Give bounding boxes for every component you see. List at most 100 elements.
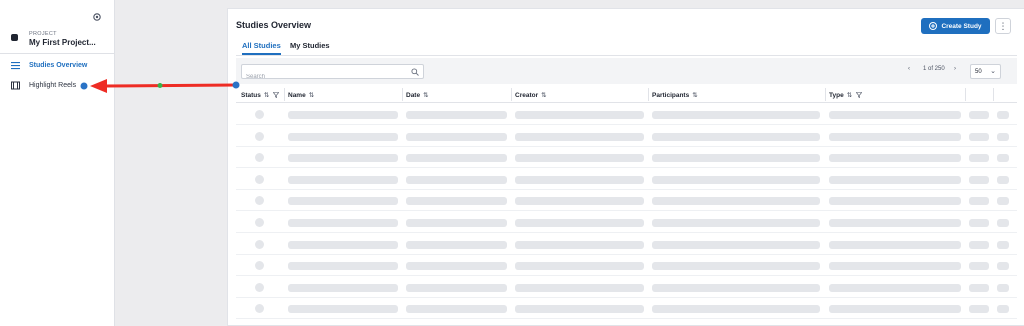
more-options-button[interactable]: ⋮ [995,18,1011,34]
column-label: Participants [652,92,690,99]
page-size-select[interactable]: 50 ⌄ [970,64,1001,79]
column-label: Date [406,92,421,99]
tab-my-studies[interactable]: My Studies [290,41,330,53]
search-icon[interactable] [411,68,419,76]
table-row[interactable] [236,147,1017,169]
cell-placeholder [969,154,989,163]
cell-placeholder [969,197,989,206]
table-row[interactable] [236,190,1017,212]
table-row[interactable] [236,277,1017,298]
cell-placeholder [652,262,820,271]
column-header-participants[interactable]: Participants ⇅ [652,91,698,99]
cell-placeholder [997,240,1009,249]
table-row[interactable] [236,126,1017,147]
table-row[interactable] [236,234,1017,255]
filter-icon[interactable] [855,91,863,98]
film-icon [11,81,20,89]
cell-placeholder [652,175,820,184]
cell-placeholder [515,197,644,206]
table-row[interactable] [236,212,1017,233]
column-header-type[interactable]: Type ⇅ [829,91,863,99]
cell-placeholder [652,154,820,163]
cell-placeholder [406,305,507,314]
cell-placeholder [997,111,1009,119]
cell-placeholder [997,132,1009,141]
sidebar: PROJECT My First Project... Studies Over… [0,0,115,326]
column-separator [648,88,649,101]
cell-placeholder [515,240,644,249]
sidebar-divider [0,53,114,54]
create-study-button[interactable]: Create Study [921,18,990,34]
cell-placeholder [997,262,1009,271]
cell-placeholder [515,111,644,119]
cell-placeholder [515,219,644,227]
prev-page-button[interactable]: ‹ [908,66,910,72]
cell-placeholder [652,219,820,227]
column-label: Name [288,92,306,99]
column-label: Status [241,92,261,99]
tab-all-studies[interactable]: All Studies [242,41,281,55]
cell-placeholder [829,111,961,119]
column-header-name[interactable]: Name ⇅ [288,91,314,99]
filter-icon[interactable] [272,91,280,98]
tabs-divider [236,55,1017,56]
cell-placeholder [829,175,961,184]
column-separator [965,88,966,101]
column-label: Type [829,92,844,99]
cell-placeholder [969,240,989,249]
cell-placeholder [288,132,398,141]
annotation-mid-dot [157,83,163,88]
cell-placeholder [288,305,398,314]
column-header-date[interactable]: Date ⇅ [406,91,429,99]
cell-placeholder [969,283,989,292]
next-page-button[interactable]: › [954,66,956,72]
sort-icon[interactable]: ⇅ [692,92,697,99]
sort-icon[interactable]: ⇅ [423,92,428,99]
cell-placeholder [406,219,507,227]
cell-placeholder [406,262,507,271]
main-panel: Studies Overview Create Study ⋮ All Stud… [227,8,1024,326]
sidebar-item-studies-overview[interactable]: Studies Overview [0,56,114,74]
cell-placeholder [288,283,398,292]
cell-placeholder [997,175,1009,184]
cell-placeholder [406,132,507,141]
cell-placeholder [969,175,989,184]
sidebar-item-label: Studies Overview [29,61,88,69]
cell-placeholder [652,132,820,141]
sort-icon[interactable]: ⇅ [309,92,314,99]
table-row[interactable] [236,298,1017,320]
cell-placeholder [969,132,989,141]
status-placeholder [255,239,264,249]
cell-placeholder [829,154,961,163]
sort-icon[interactable]: ⇅ [847,92,852,99]
cell-placeholder [515,305,644,314]
sort-icon[interactable]: ⇅ [541,92,546,99]
sidebar-item-highlight-reels[interactable]: Highlight Reels [0,76,114,94]
project-name[interactable]: My First Project... [29,38,96,47]
cell-placeholder [406,154,507,163]
table-row[interactable] [236,104,1017,125]
column-header-status[interactable]: Status ⇅ [241,91,280,99]
cell-placeholder [406,240,507,249]
column-separator [993,88,994,101]
cell-placeholder [997,197,1009,206]
cell-placeholder [652,283,820,292]
column-header-creator[interactable]: Creator ⇅ [515,91,547,99]
search-box[interactable] [241,64,424,84]
cell-placeholder [515,175,644,184]
table-row[interactable] [236,169,1017,190]
cell-placeholder [515,262,644,271]
search-input[interactable] [242,70,402,84]
cell-placeholder [288,262,398,271]
sort-icon[interactable]: ⇅ [264,92,269,99]
cell-placeholder [829,262,961,271]
settings-icon[interactable] [92,12,102,22]
status-placeholder [255,196,264,206]
project-kicker: PROJECT [29,31,57,37]
cell-placeholder [997,283,1009,292]
status-placeholder [255,218,264,227]
table-row[interactable] [236,255,1017,277]
cell-placeholder [652,305,820,314]
cell-placeholder [652,197,820,206]
cell-placeholder [997,305,1009,314]
